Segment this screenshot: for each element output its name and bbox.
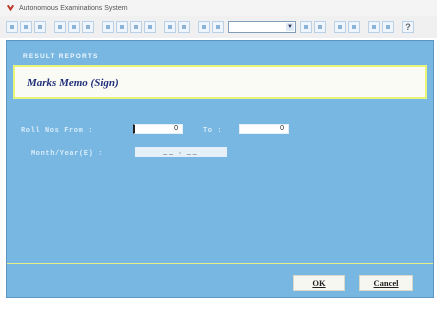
title-bar: Autonomous Examinations System <box>0 0 437 16</box>
window-title: Autonomous Examinations System <box>19 4 128 12</box>
month-year-label: Month/Year(E) : <box>31 150 104 158</box>
cancel-button[interactable]: Cancel <box>359 275 413 291</box>
toolbar-exit-icon[interactable] <box>382 21 394 33</box>
roll-from-label: Roll Nos From : <box>21 127 94 135</box>
toolbar-save-icon[interactable] <box>82 21 94 33</box>
toolbar-paste-icon[interactable] <box>130 21 142 33</box>
toolbar-cut-icon[interactable] <box>102 21 114 33</box>
toolbar-preview-icon[interactable] <box>348 21 360 33</box>
roll-to-label: To : <box>203 127 223 135</box>
form-header: Marks Memo (Sign) <box>13 65 427 99</box>
toolbar-open-icon[interactable] <box>68 21 80 33</box>
section-label: RESULT REPORTS <box>23 53 99 60</box>
toolbar-combo[interactable]: ▼ <box>228 21 296 33</box>
roll-from-field[interactable]: 0 <box>133 124 183 134</box>
toolbar-delete-icon[interactable] <box>144 21 156 33</box>
cancel-button-label: Cancel <box>373 278 399 288</box>
toolbar-undo-icon[interactable] <box>164 21 176 33</box>
toolbar-report-icon[interactable] <box>212 21 224 33</box>
help-icon[interactable]: ? <box>402 21 414 33</box>
toolbar-copy-icon[interactable] <box>116 21 128 33</box>
divider-line <box>7 263 433 264</box>
toolbar-first-icon[interactable] <box>6 21 18 33</box>
toolbar-print-icon[interactable] <box>334 21 346 33</box>
ok-button[interactable]: OK <box>293 275 345 291</box>
toolbar: ▼ ? <box>0 16 437 38</box>
roll-to-field[interactable]: 0 <box>239 124 289 134</box>
footer-area <box>0 298 437 323</box>
toolbar-next-icon[interactable] <box>34 21 46 33</box>
month-year-field[interactable]: __ , __ <box>135 147 227 157</box>
toolbar-prev-icon[interactable] <box>20 21 32 33</box>
chevron-down-icon[interactable]: ▼ <box>286 23 294 31</box>
form-panel: RESULT REPORTS Marks Memo (Sign) Roll No… <box>6 40 434 298</box>
app-icon <box>6 4 15 13</box>
toolbar-new-icon[interactable] <box>54 21 66 33</box>
ok-button-label: OK <box>312 278 326 288</box>
toolbar-export-icon[interactable] <box>368 21 380 33</box>
toolbar-find-icon[interactable] <box>300 21 312 33</box>
toolbar-redo-icon[interactable] <box>178 21 190 33</box>
toolbar-filter-icon[interactable] <box>314 21 326 33</box>
page-title: Marks Memo (Sign) <box>27 77 119 89</box>
toolbar-info-icon[interactable] <box>198 21 210 33</box>
